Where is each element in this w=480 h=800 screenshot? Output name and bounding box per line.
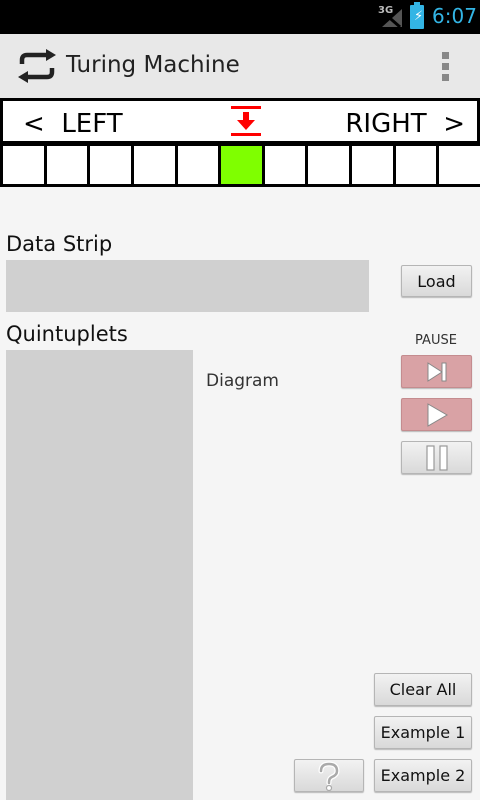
move-right-button[interactable]: RIGHT > (345, 109, 465, 139)
tape-cell[interactable] (3, 146, 44, 184)
clear-all-button[interactable]: Clear All (374, 673, 472, 706)
quintuplets-input[interactable] (6, 350, 193, 800)
question-icon (318, 760, 340, 791)
step-forward-icon (427, 361, 446, 382)
example-2-button[interactable]: Example 2 (374, 759, 472, 792)
tape-cell-active[interactable] (221, 146, 262, 184)
overflow-menu-icon[interactable] (438, 50, 454, 84)
pause-icon (425, 444, 448, 471)
pause-button[interactable] (401, 441, 472, 474)
example-1-button[interactable]: Example 1 (374, 716, 472, 749)
action-bar: Turing Machine (0, 34, 480, 98)
data-strip-label: Data Strip (6, 232, 113, 256)
down-arrow-icon (231, 106, 261, 136)
app-title: Turing Machine (66, 52, 240, 78)
play-icon (427, 402, 448, 427)
quintuplets-label: Quintuplets (6, 322, 128, 346)
tape-cell[interactable] (395, 146, 437, 184)
data-strip-input[interactable] (6, 260, 369, 312)
tape-header: < LEFT RIGHT > (0, 98, 480, 144)
repeat-icon[interactable] (16, 48, 58, 84)
clock: 6:07 (432, 4, 477, 28)
network-signal-icon: 3G (378, 5, 404, 29)
tape-cell[interactable] (352, 146, 393, 184)
help-button[interactable] (294, 759, 364, 792)
tape-cell[interactable] (439, 146, 480, 184)
status-bar: 3G ⚡ 6:07 (0, 0, 480, 34)
tape-strip (0, 143, 480, 187)
battery-icon: ⚡ (410, 2, 424, 29)
play-button[interactable] (401, 398, 472, 431)
tape-cell[interactable] (90, 146, 131, 184)
state-label: PAUSE (415, 333, 457, 348)
step-button[interactable] (401, 355, 472, 388)
signal-bars-icon (382, 9, 402, 29)
tape-cell[interactable] (133, 146, 175, 184)
charging-bolt-icon: ⚡ (414, 9, 424, 24)
diagram-label: Diagram (206, 371, 279, 391)
move-left-button[interactable]: < LEFT (23, 109, 123, 139)
tape-cell[interactable] (46, 146, 88, 184)
tape-cell[interactable] (308, 146, 350, 184)
tape-cell[interactable] (264, 146, 306, 184)
tape-cell[interactable] (177, 146, 219, 184)
load-button[interactable]: Load (401, 265, 472, 297)
